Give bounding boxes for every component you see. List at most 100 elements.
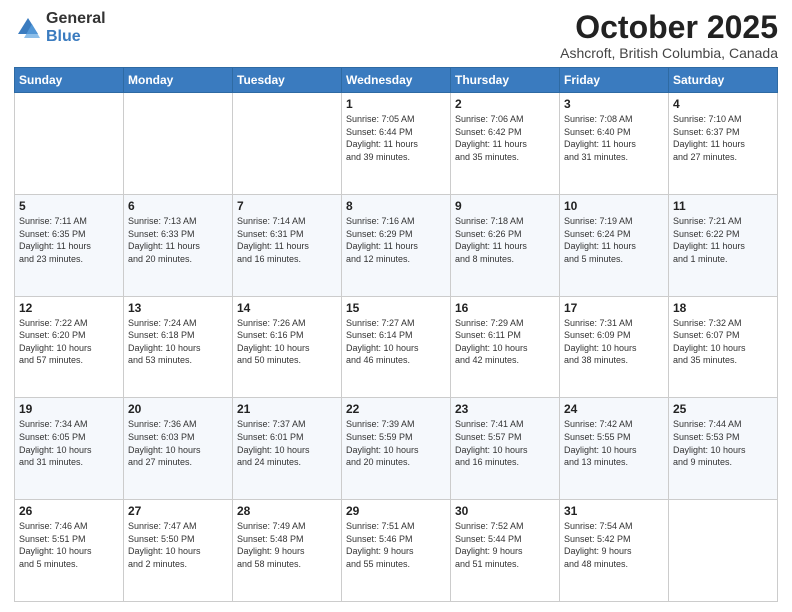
day-info: Sunrise: 7:36 AMSunset: 6:03 PMDaylight:…	[128, 418, 228, 468]
calendar-cell-w5-d6: 31Sunrise: 7:54 AMSunset: 5:42 PMDayligh…	[560, 500, 669, 602]
calendar-cell-w3-d3: 14 Sunrise: 7:26 AMSunset: 6:16 PMDayligh…	[233, 296, 342, 398]
day-number: 16	[455, 301, 555, 315]
day-info: Sunrise: 7:51 AMSunset: 5:46 PMDaylight:…	[346, 520, 446, 570]
day-number: 19	[19, 402, 119, 416]
calendar-cell-w5-d3: 28Sunrise: 7:49 AMSunset: 5:48 PMDayligh…	[233, 500, 342, 602]
col-thursday: Thursday	[451, 68, 560, 93]
day-info: Sunrise: 7:11 AMSunset: 6:35 PMDaylight:…	[19, 215, 119, 265]
calendar-cell-w1-d2	[124, 93, 233, 195]
day-number: 4	[673, 97, 773, 111]
day-number: 1	[346, 97, 446, 111]
calendar-cell-w4-d5: 23 Sunrise: 7:41 AMSunset: 5:57 PMDayligh…	[451, 398, 560, 500]
day-info: Sunrise: 7:05 AMSunset: 6:44 PMDaylight:…	[346, 113, 446, 163]
day-info: Sunrise: 7:34 AMSunset: 6:05 PMDaylight:…	[19, 418, 119, 468]
calendar-cell-w4-d3: 21 Sunrise: 7:37 AMSunset: 6:01 PMDayligh…	[233, 398, 342, 500]
day-number: 28	[237, 504, 337, 518]
day-number: 26	[19, 504, 119, 518]
day-number: 15	[346, 301, 446, 315]
day-info: Sunrise: 7:21 AMSunset: 6:22 PMDaylight:…	[673, 215, 773, 265]
day-number: 8	[346, 199, 446, 213]
day-info: Sunrise: 7:44 AMSunset: 5:53 PMDaylight:…	[673, 418, 773, 468]
title-location: Ashcroft, British Columbia, Canada	[560, 45, 778, 61]
day-info: Sunrise: 7:41 AMSunset: 5:57 PMDaylight:…	[455, 418, 555, 468]
calendar-cell-w4-d2: 20 Sunrise: 7:36 AMSunset: 6:03 PMDayligh…	[124, 398, 233, 500]
day-number: 29	[346, 504, 446, 518]
title-month: October 2025	[560, 10, 778, 45]
day-number: 12	[19, 301, 119, 315]
logo-general-text: General	[46, 10, 106, 28]
day-number: 24	[564, 402, 664, 416]
calendar-cell-w2-d3: 7 Sunrise: 7:14 AMSunset: 6:31 PMDaylight…	[233, 194, 342, 296]
logo-icon	[14, 14, 42, 42]
calendar-cell-w3-d4: 15 Sunrise: 7:27 AMSunset: 6:14 PMDayligh…	[342, 296, 451, 398]
day-info: Sunrise: 7:37 AMSunset: 6:01 PMDaylight:…	[237, 418, 337, 468]
day-info: Sunrise: 7:27 AMSunset: 6:14 PMDaylight:…	[346, 317, 446, 367]
day-number: 20	[128, 402, 228, 416]
col-friday: Friday	[560, 68, 669, 93]
calendar-cell-w3-d6: 17Sunrise: 7:31 AMSunset: 6:09 PMDayligh…	[560, 296, 669, 398]
day-number: 22	[346, 402, 446, 416]
day-number: 9	[455, 199, 555, 213]
day-number: 6	[128, 199, 228, 213]
calendar-cell-w2-d4: 8 Sunrise: 7:16 AMSunset: 6:29 PMDaylight…	[342, 194, 451, 296]
day-info: Sunrise: 7:22 AMSunset: 6:20 PMDaylight:…	[19, 317, 119, 367]
calendar-cell-w3-d1: 12 Sunrise: 7:22 AMSunset: 6:20 PMDayligh…	[15, 296, 124, 398]
calendar-cell-w5-d2: 27Sunrise: 7:47 AMSunset: 5:50 PMDayligh…	[124, 500, 233, 602]
day-number: 21	[237, 402, 337, 416]
col-monday: Monday	[124, 68, 233, 93]
calendar-cell-w2-d5: 9Sunrise: 7:18 AMSunset: 6:26 PMDaylight…	[451, 194, 560, 296]
day-info: Sunrise: 7:16 AMSunset: 6:29 PMDaylight:…	[346, 215, 446, 265]
day-info: Sunrise: 7:26 AMSunset: 6:16 PMDaylight:…	[237, 317, 337, 367]
day-info: Sunrise: 7:29 AMSunset: 6:11 PMDaylight:…	[455, 317, 555, 367]
day-info: Sunrise: 7:24 AMSunset: 6:18 PMDaylight:…	[128, 317, 228, 367]
day-number: 5	[19, 199, 119, 213]
day-number: 30	[455, 504, 555, 518]
day-info: Sunrise: 7:08 AMSunset: 6:40 PMDaylight:…	[564, 113, 664, 163]
day-info: Sunrise: 7:10 AMSunset: 6:37 PMDaylight:…	[673, 113, 773, 163]
calendar-cell-w2-d6: 10Sunrise: 7:19 AMSunset: 6:24 PMDayligh…	[560, 194, 669, 296]
calendar-cell-w1-d3	[233, 93, 342, 195]
calendar-cell-w2-d1: 5 Sunrise: 7:11 AMSunset: 6:35 PMDaylight…	[15, 194, 124, 296]
calendar-cell-w1-d6: 3 Sunrise: 7:08 AMSunset: 6:40 PMDaylight…	[560, 93, 669, 195]
day-info: Sunrise: 7:54 AMSunset: 5:42 PMDaylight:…	[564, 520, 664, 570]
col-sunday: Sunday	[15, 68, 124, 93]
calendar-cell-w5-d7	[669, 500, 778, 602]
day-number: 11	[673, 199, 773, 213]
calendar-cell-w4-d7: 25 Sunrise: 7:44 AMSunset: 5:53 PMDayligh…	[669, 398, 778, 500]
day-info: Sunrise: 7:19 AMSunset: 6:24 PMDaylight:…	[564, 215, 664, 265]
day-number: 7	[237, 199, 337, 213]
col-saturday: Saturday	[669, 68, 778, 93]
day-number: 23	[455, 402, 555, 416]
calendar-header-row: Sunday Monday Tuesday Wednesday Thursday…	[15, 68, 778, 93]
header: General Blue October 2025 Ashcroft, Brit…	[14, 10, 778, 61]
day-number: 13	[128, 301, 228, 315]
day-info: Sunrise: 7:52 AMSunset: 5:44 PMDaylight:…	[455, 520, 555, 570]
logo-blue-text: Blue	[46, 28, 106, 46]
day-number: 25	[673, 402, 773, 416]
calendar-cell-w1-d1	[15, 93, 124, 195]
day-number: 2	[455, 97, 555, 111]
calendar-cell-w1-d5: 2 Sunrise: 7:06 AMSunset: 6:42 PMDaylight…	[451, 93, 560, 195]
day-info: Sunrise: 7:39 AMSunset: 5:59 PMDaylight:…	[346, 418, 446, 468]
day-number: 17	[564, 301, 664, 315]
calendar-cell-w3-d7: 18 Sunrise: 7:32 AMSunset: 6:07 PMDayligh…	[669, 296, 778, 398]
calendar-cell-w1-d7: 4 Sunrise: 7:10 AMSunset: 6:37 PMDaylight…	[669, 93, 778, 195]
day-info: Sunrise: 7:14 AMSunset: 6:31 PMDaylight:…	[237, 215, 337, 265]
day-info: Sunrise: 7:13 AMSunset: 6:33 PMDaylight:…	[128, 215, 228, 265]
logo: General Blue	[14, 10, 106, 45]
calendar-cell-w5-d1: 26Sunrise: 7:46 AMSunset: 5:51 PMDayligh…	[15, 500, 124, 602]
title-block: October 2025 Ashcroft, British Columbia,…	[560, 10, 778, 61]
calendar-week-3: 12 Sunrise: 7:22 AMSunset: 6:20 PMDayligh…	[15, 296, 778, 398]
day-number: 3	[564, 97, 664, 111]
calendar-week-5: 26Sunrise: 7:46 AMSunset: 5:51 PMDayligh…	[15, 500, 778, 602]
day-info: Sunrise: 7:42 AMSunset: 5:55 PMDaylight:…	[564, 418, 664, 468]
calendar-table: Sunday Monday Tuesday Wednesday Thursday…	[14, 67, 778, 602]
calendar-cell-w1-d4: 1 Sunrise: 7:05 AMSunset: 6:44 PMDaylight…	[342, 93, 451, 195]
calendar-cell-w4-d4: 22 Sunrise: 7:39 AMSunset: 5:59 PMDayligh…	[342, 398, 451, 500]
calendar-cell-w4-d1: 19 Sunrise: 7:34 AMSunset: 6:05 PMDayligh…	[15, 398, 124, 500]
day-number: 18	[673, 301, 773, 315]
day-info: Sunrise: 7:06 AMSunset: 6:42 PMDaylight:…	[455, 113, 555, 163]
day-number: 14	[237, 301, 337, 315]
day-info: Sunrise: 7:32 AMSunset: 6:07 PMDaylight:…	[673, 317, 773, 367]
col-wednesday: Wednesday	[342, 68, 451, 93]
